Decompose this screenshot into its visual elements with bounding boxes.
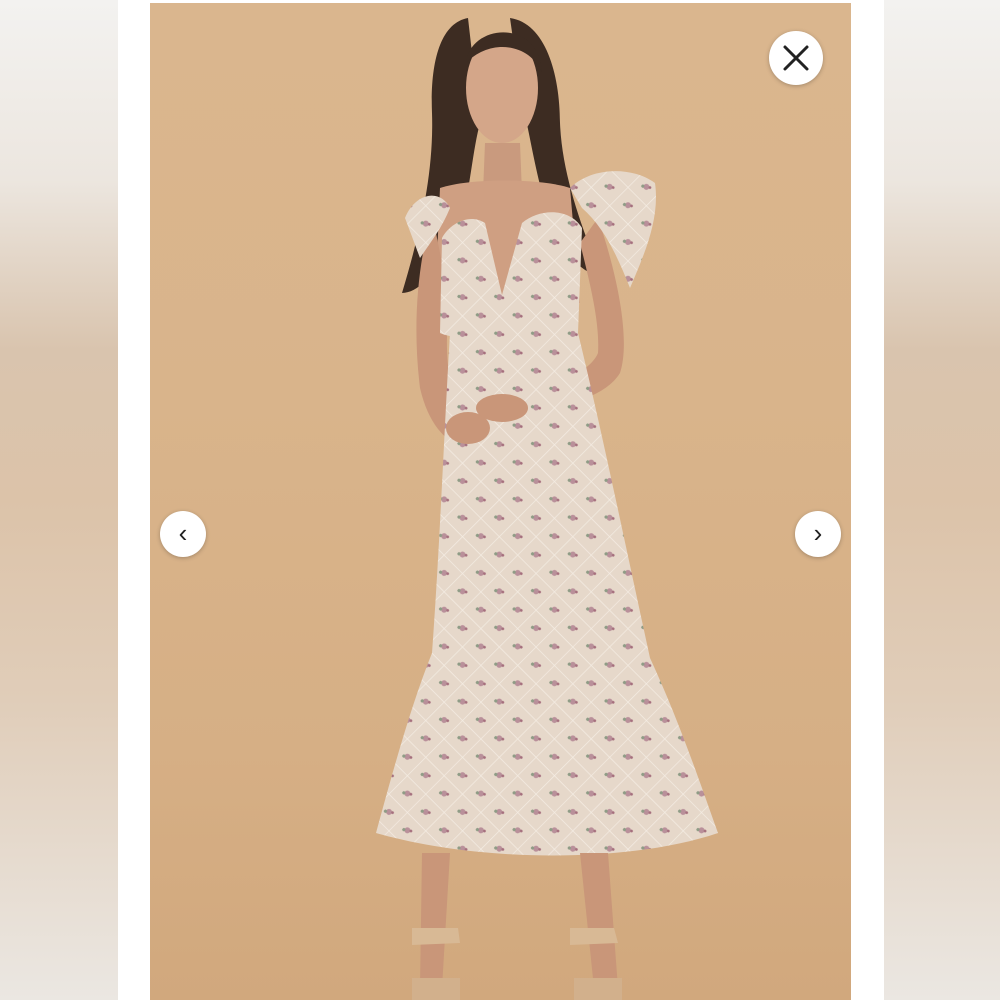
close-button[interactable] (769, 31, 823, 85)
blurred-background-left (0, 0, 118, 1000)
previous-image-button[interactable]: ‹ (160, 511, 206, 557)
dress-model-illustration (376, 18, 718, 1000)
blurred-background-right (884, 0, 1000, 1000)
close-icon (783, 45, 809, 71)
image-viewer: ‹ › (0, 0, 1000, 1000)
chevron-left-icon: ‹ (178, 517, 188, 548)
next-image-button[interactable]: › (795, 511, 841, 557)
chevron-right-icon: › (813, 517, 823, 548)
product-photo (150, 3, 851, 1000)
